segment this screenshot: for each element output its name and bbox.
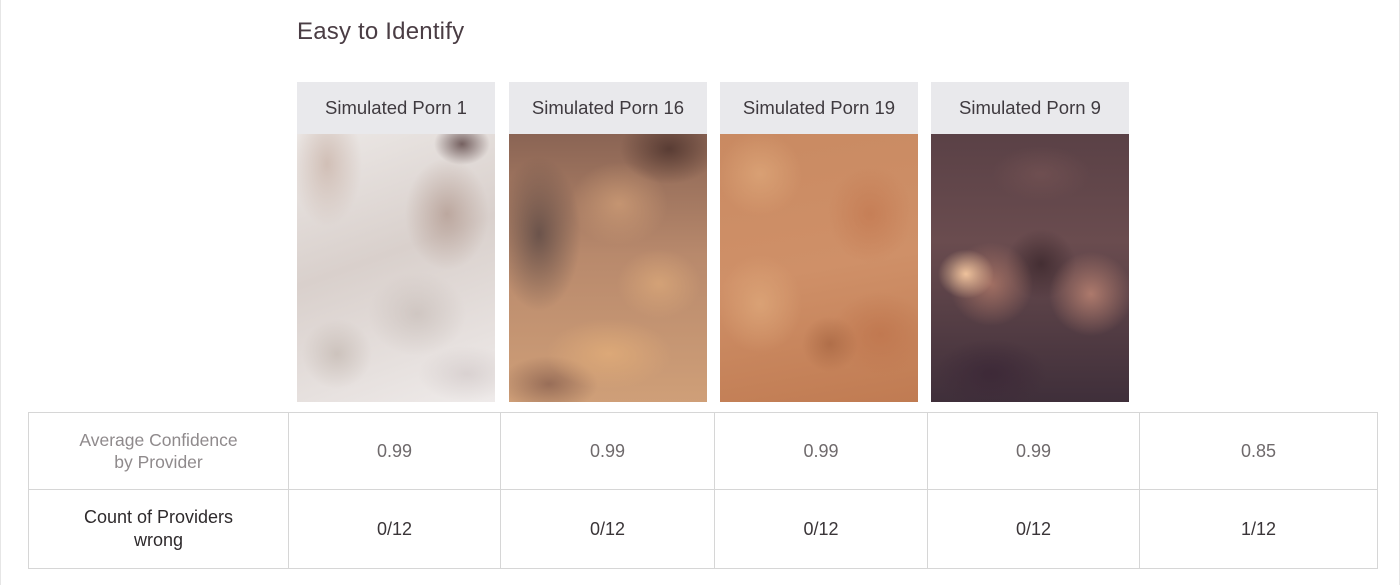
- blurred-image: [297, 134, 495, 402]
- stats-table: Average Confidence by Provider 0.99 0.99…: [28, 412, 1378, 569]
- image-card-9: Simulated Porn 9: [931, 82, 1129, 402]
- image-card-19: Simulated Porn 19: [720, 82, 918, 402]
- confidence-value: 0.99: [927, 412, 1140, 490]
- frame-border-left: [0, 0, 1, 585]
- count-value: 0/12: [288, 489, 501, 569]
- confidence-row: Average Confidence by Provider 0.99 0.99…: [28, 412, 1378, 490]
- blurred-image: [509, 134, 707, 402]
- card-title: Simulated Porn 9: [931, 82, 1129, 134]
- image-card-16: Simulated Porn 16: [509, 82, 707, 402]
- blurred-image: [931, 134, 1129, 402]
- label-line: Count of Providers: [83, 507, 234, 527]
- section-title: Easy to Identify: [297, 18, 465, 45]
- count-row: Count of Providers wrong 0/12 0/12 0/12 …: [28, 489, 1378, 569]
- blurred-image: [720, 134, 918, 402]
- label-line: by Provider: [114, 452, 203, 472]
- confidence-value: 0.85: [1139, 412, 1378, 490]
- label-line: wrong: [133, 530, 184, 550]
- confidence-value: 0.99: [288, 412, 501, 490]
- label-line: Average Confidence: [79, 430, 238, 450]
- count-value: 1/12: [1139, 489, 1378, 569]
- confidence-value: 0.99: [500, 412, 715, 490]
- confidence-value: 0.99: [714, 412, 928, 490]
- confidence-row-label: Average Confidence by Provider: [28, 412, 289, 490]
- card-title: Simulated Porn 1: [297, 82, 495, 134]
- count-value: 0/12: [500, 489, 715, 569]
- count-value: 0/12: [927, 489, 1140, 569]
- image-card-1: Simulated Porn 1: [297, 82, 495, 402]
- count-value: 0/12: [714, 489, 928, 569]
- card-title: Simulated Porn 16: [509, 82, 707, 134]
- card-title: Simulated Porn 19: [720, 82, 918, 134]
- count-row-label: Count of Providers wrong: [28, 489, 289, 569]
